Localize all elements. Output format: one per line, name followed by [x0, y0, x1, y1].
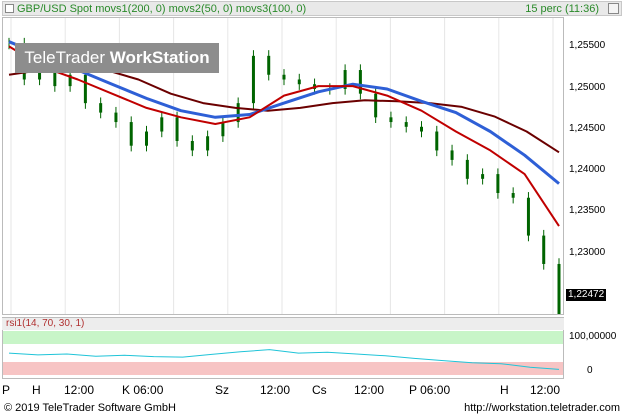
time-axis: P H 12:00 K 06:00 Sz 12:00 Cs 12:00 P 06… — [2, 380, 622, 400]
last-price-badge: 1,22472 — [566, 289, 607, 301]
chart-header: GBP/USD Spot movs1(200, 0) movs2(50, 0) … — [2, 1, 622, 16]
x-tick-label: 12:00 — [64, 383, 95, 397]
y-tick-label: 1,25000 — [569, 82, 606, 93]
rsi-tick-label: 100,00000 — [569, 331, 617, 342]
teletrader-watermark: TeleTrader WorkStation — [15, 43, 219, 73]
y-tick-label: 1,23500 — [569, 205, 606, 216]
site-link[interactable]: http://workstation.teletrader.com — [464, 402, 620, 414]
y-tick-label: 1,23000 — [569, 247, 606, 258]
watermark-prefix: TeleTrader — [24, 48, 106, 67]
watermark-bold: WorkStation — [109, 48, 210, 67]
rsi-header: rsi1(14, 70, 30, 1) — [2, 318, 564, 330]
x-tick-label: P 06:00 — [409, 383, 451, 397]
x-tick-label: K 06:00 — [122, 383, 164, 397]
y-tick-label: 1,25500 — [569, 40, 606, 51]
x-tick-label: 12:00 — [260, 383, 291, 397]
y-tick-label: 1,24000 — [569, 164, 606, 175]
oversold-zone — [3, 362, 563, 375]
chart-title: GBP/USD Spot movs1(200, 0) movs2(50, 0) … — [17, 3, 307, 15]
refresh-status: 15 perc (11:36) — [525, 3, 599, 15]
price-plot[interactable]: TeleTrader WorkStation — [2, 17, 564, 315]
x-tick-label: Cs — [312, 383, 327, 397]
x-tick-label: H — [500, 383, 509, 397]
rsi-axis: 100,00000 0 — [565, 317, 622, 379]
price-axis: 1,25500 1,25000 1,24500 1,24000 1,23500 … — [565, 17, 622, 315]
y-tick-label: 1,24500 — [569, 123, 606, 134]
rsi-tick-label: 0 — [587, 365, 593, 376]
copyright-text: © 2019 TeleTrader Software GmbH — [4, 402, 176, 414]
rsi-label: rsi1(14, 70, 30, 1) — [6, 318, 85, 329]
x-tick-label: 12:00 — [354, 383, 385, 397]
window-corner-button[interactable] — [608, 3, 619, 14]
overbought-zone — [3, 331, 563, 344]
x-tick-label: Sz — [215, 383, 230, 397]
x-tick-label: P — [2, 383, 11, 397]
x-tick-label: H — [32, 383, 41, 397]
chart-window: GBP/USD Spot movs1(200, 0) movs2(50, 0) … — [0, 0, 624, 417]
footer: © 2019 TeleTrader Software GmbH http://w… — [0, 401, 624, 417]
x-tick-label: 12:00 — [530, 383, 561, 397]
title-checkbox[interactable] — [5, 4, 14, 13]
